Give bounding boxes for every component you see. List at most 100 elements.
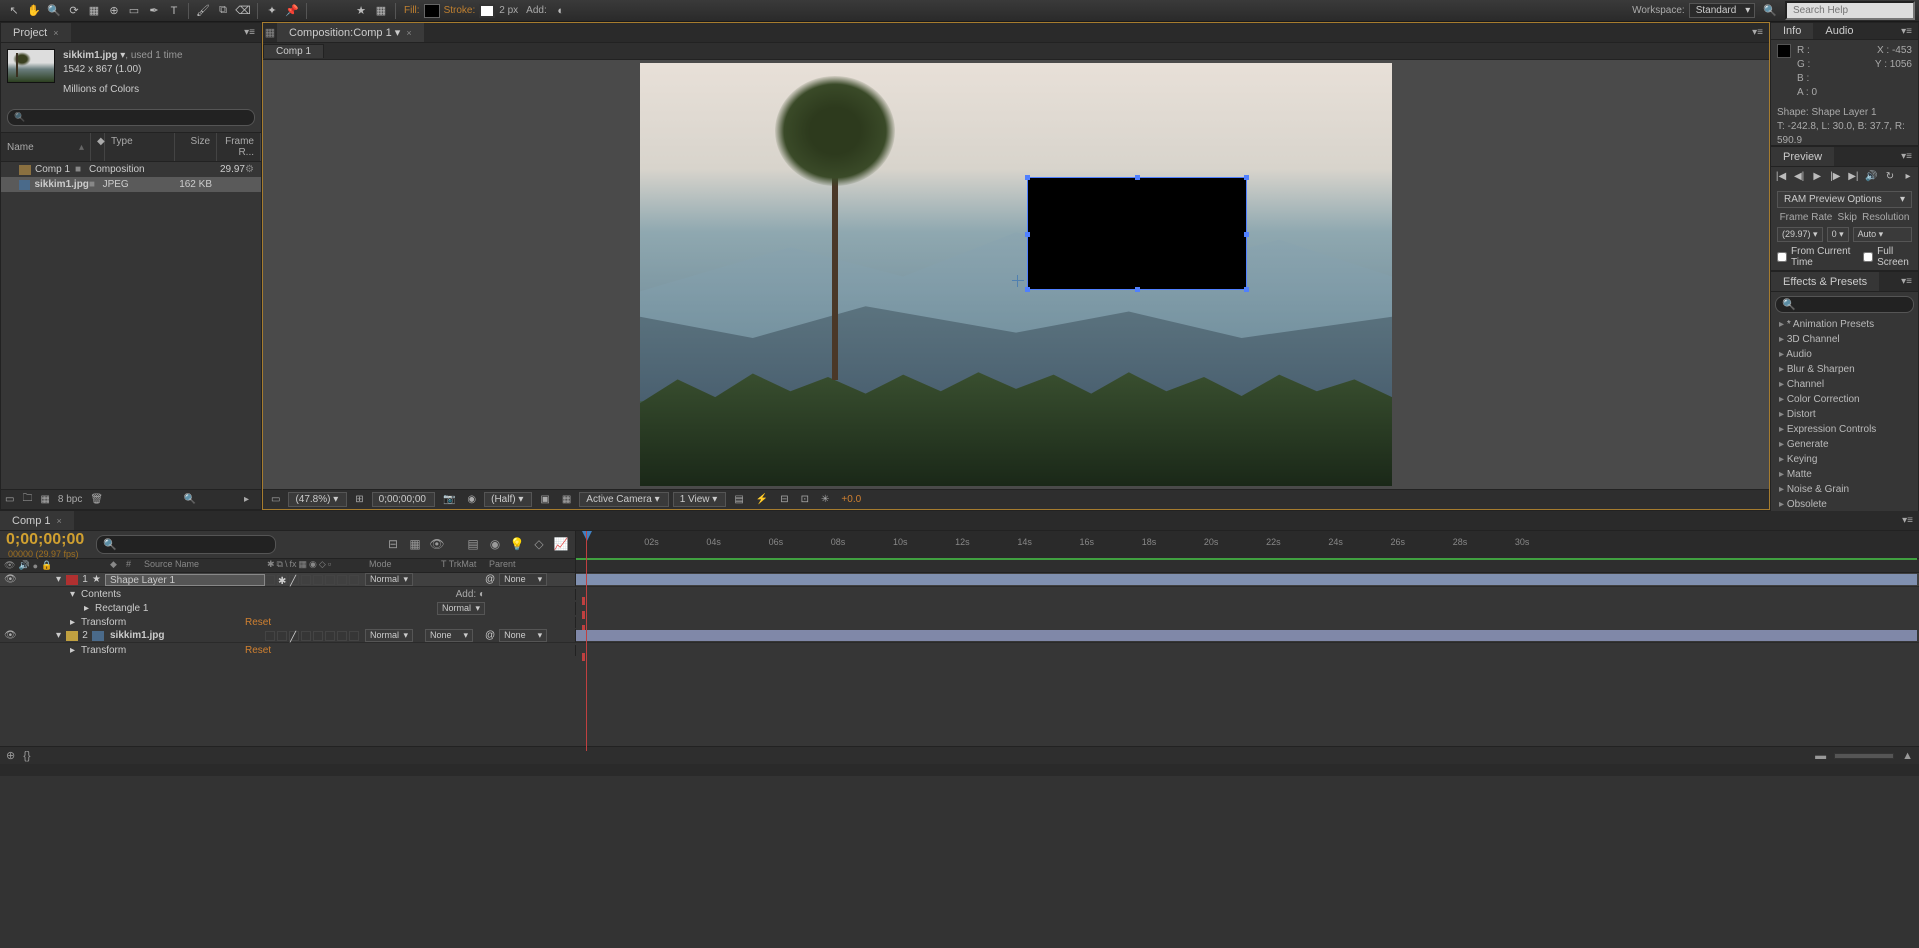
last-frame-icon[interactable]: ▶| — [1847, 171, 1859, 185]
stroke-swatch[interactable] — [479, 4, 495, 18]
rotation-tool-icon[interactable]: ⟳ — [65, 2, 83, 20]
layer-row-shape[interactable]: 👁 ▾ 1 ★ Shape Layer 1 ✱╱ Normal▾ @None▾ — [0, 573, 1919, 587]
delete-icon[interactable]: 🗑 — [90, 494, 103, 505]
channel-icon[interactable]: ◉ — [463, 493, 480, 506]
effects-category[interactable]: 3D Channel — [1771, 332, 1918, 347]
zoom-tool-icon[interactable]: 🔍 — [45, 2, 63, 20]
flowchart-icon[interactable]: ▦ — [263, 26, 277, 39]
effects-category[interactable]: Matte — [1771, 467, 1918, 482]
layer-label-color[interactable] — [66, 575, 78, 585]
search-icon[interactable]: 🔍 — [184, 494, 196, 505]
video-col-icon[interactable]: 👁 — [4, 560, 15, 571]
interpret-footage-icon[interactable]: ▭ — [5, 494, 14, 505]
parent-dropdown[interactable]: None▾ — [499, 573, 547, 586]
layer-name[interactable]: Shape Layer 1 — [105, 574, 265, 586]
layer-label-color[interactable] — [66, 631, 78, 641]
comp-mini-flowchart-icon[interactable]: ⊟ — [385, 537, 401, 553]
ram-preview-dropdown[interactable]: RAM Preview Options▾ — [1777, 191, 1912, 208]
panel-menu-icon[interactable]: ▾≡ — [1896, 515, 1919, 526]
draft-3d-icon[interactable]: ▦ — [407, 537, 423, 553]
workspace-dropdown[interactable]: Standard — [1689, 3, 1756, 18]
close-icon[interactable]: × — [53, 28, 58, 38]
brainstorm-icon[interactable]: 💡 — [509, 537, 525, 553]
fill-swatch[interactable] — [424, 4, 440, 18]
expand-toggle-icon[interactable]: ▾ — [56, 630, 66, 641]
panel-menu-icon[interactable]: ▾≡ — [1746, 27, 1769, 38]
hide-shy-icon[interactable]: 👁 — [429, 537, 445, 553]
roi-icon[interactable]: ▣ — [536, 493, 553, 506]
composition-viewer[interactable] — [263, 60, 1769, 489]
reset-exposure-icon[interactable]: ✳ — [817, 493, 833, 506]
label-col-icon[interactable]: ◆ — [110, 559, 126, 572]
toggle-modes-icon[interactable]: {} — [23, 750, 30, 762]
col-size[interactable]: Size — [175, 133, 217, 161]
pan-behind-tool-icon[interactable]: ⊕ — [105, 2, 123, 20]
effects-category[interactable]: * Animation Presets — [1771, 317, 1918, 332]
auto-keyframe-icon[interactable]: ◇ — [531, 537, 547, 553]
mute-icon[interactable]: 🔊 — [1865, 171, 1877, 185]
scroll-right-icon[interactable]: ▸ — [244, 494, 249, 505]
panel-menu-icon[interactable]: ▾≡ — [1895, 276, 1918, 287]
loop-icon[interactable]: ↻ — [1884, 171, 1896, 185]
panel-menu-icon[interactable]: ▾≡ — [238, 27, 261, 38]
project-item-image[interactable]: sikkim1.jpg ■ JPEG 162 KB — [1, 177, 261, 192]
source-name-col[interactable]: Source Name — [140, 559, 265, 572]
panel-menu-icon[interactable]: ▾≡ — [1895, 151, 1918, 162]
next-frame-icon[interactable]: |▶ — [1829, 171, 1841, 185]
effects-category[interactable]: Color Correction — [1771, 392, 1918, 407]
layer-row-image[interactable]: 👁 ▾ 2 sikkim1.jpg ╱ Normal▾ None▾ @None▾ — [0, 629, 1919, 643]
shape-layer-rectangle[interactable] — [1027, 177, 1247, 290]
effects-category[interactable]: Audio — [1771, 347, 1918, 362]
add-menu-icon[interactable]: ◐ — [552, 2, 570, 20]
from-current-checkbox[interactable]: From Current Time — [1771, 244, 1857, 270]
effects-tab[interactable]: Effects & Presets — [1771, 272, 1879, 291]
camera-tool-icon[interactable]: ▦ — [85, 2, 103, 20]
transform-row[interactable]: ▸TransformReset — [0, 615, 1919, 629]
ram-preview-icon[interactable]: ▸ — [1902, 171, 1914, 185]
zoom-in-icon[interactable]: ▲ — [1902, 750, 1913, 762]
rectangle-tool-icon[interactable]: ▭ — [125, 2, 143, 20]
pickwhip-icon[interactable]: @ — [485, 630, 495, 641]
effects-category[interactable]: Channel — [1771, 377, 1918, 392]
selection-tool-icon[interactable]: ↖ — [5, 2, 23, 20]
effects-category[interactable]: Expression Controls — [1771, 422, 1918, 437]
audio-col-icon[interactable]: 🔊 — [18, 560, 29, 571]
snapshot-icon[interactable]: 📷 — [439, 493, 459, 506]
info-tab[interactable]: Info — [1771, 23, 1813, 39]
composition-tab[interactable]: Composition: Comp 1 ▾× — [277, 23, 424, 42]
brush-tool-icon[interactable]: 🖌 — [194, 2, 212, 20]
fast-preview-icon[interactable]: ⚡ — [752, 493, 772, 506]
resolution-icon[interactable]: ⊞ — [351, 493, 367, 506]
zoom-out-icon[interactable]: ▬ — [1815, 750, 1826, 762]
expand-toggle-icon[interactable]: ▾ — [56, 574, 66, 585]
solo-col-icon[interactable]: ● — [33, 561, 38, 571]
timeline-icon[interactable]: ⊟ — [776, 493, 792, 506]
project-item-comp[interactable]: Comp 1 ■ Composition 29.97 ⚙ — [1, 162, 261, 177]
preview-resolution-dropdown[interactable]: Auto ▾ — [1853, 227, 1912, 242]
blend-mode-dropdown[interactable]: Normal▾ — [365, 629, 413, 642]
col-framerate[interactable]: Frame R... — [217, 133, 261, 161]
effects-category[interactable]: Noise & Grain — [1771, 482, 1918, 497]
asset-thumbnail[interactable] — [7, 49, 55, 83]
eraser-tool-icon[interactable]: ⌫ — [234, 2, 252, 20]
exposure-value[interactable]: +0.0 — [837, 493, 865, 506]
close-icon[interactable]: × — [406, 28, 411, 38]
playhead-indicator[interactable] — [582, 531, 592, 541]
preview-tab[interactable]: Preview — [1771, 147, 1834, 166]
clone-tool-icon[interactable]: ⧉ — [214, 2, 232, 20]
col-label-icon[interactable]: ◆ — [91, 133, 105, 161]
effects-category[interactable]: Obsolete — [1771, 497, 1918, 512]
lock-col-icon[interactable]: 🔒 — [41, 560, 52, 571]
prev-frame-icon[interactable]: ◀| — [1793, 171, 1805, 185]
transform-row-2[interactable]: ▸TransformReset — [0, 643, 1919, 657]
col-type[interactable]: Type — [105, 133, 175, 161]
trkmat-dropdown[interactable]: None▾ — [425, 629, 473, 642]
play-icon[interactable]: ▶ — [1811, 171, 1823, 185]
grid-icon[interactable]: ▦ — [372, 2, 390, 20]
skip-dropdown[interactable]: 0 ▾ — [1827, 227, 1849, 242]
effects-category[interactable]: Blur & Sharpen — [1771, 362, 1918, 377]
camera-dropdown[interactable]: Active Camera ▾ — [579, 492, 668, 507]
contents-row[interactable]: ▾ContentsAdd: ◐ — [0, 587, 1919, 601]
close-icon[interactable]: × — [57, 516, 62, 526]
new-folder-icon[interactable]: 🗀 — [22, 491, 32, 508]
